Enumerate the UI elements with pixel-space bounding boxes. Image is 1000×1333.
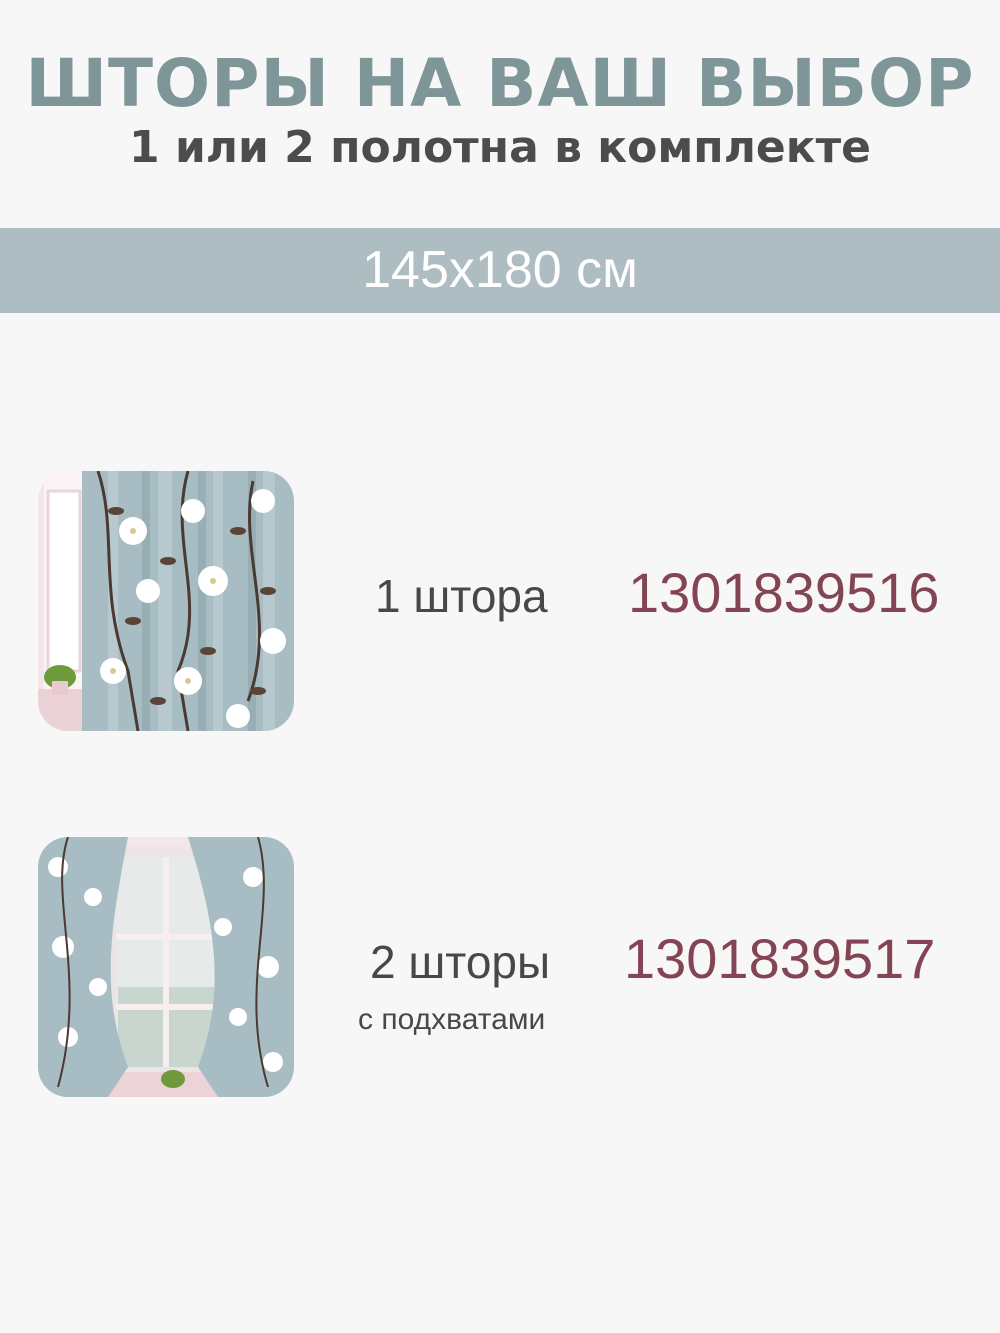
page-subtitle: 1 или 2 полотна в комплекте	[129, 122, 871, 173]
size-text: 145x180 см	[362, 241, 638, 299]
option-2-label: 2 шторы	[370, 936, 551, 988]
single-curtain-image	[38, 471, 294, 731]
size-banner: 145x180 см	[0, 228, 1000, 313]
option-2-note: с подхватами	[358, 1003, 546, 1036]
option-2-article: 1301839517	[624, 927, 936, 990]
option-1-article: 1301839516	[628, 561, 940, 624]
option-1-label: 1 штора	[375, 570, 548, 622]
pair-curtains-image	[38, 837, 294, 1097]
page-title: ШТОРЫ НА ВАШ ВЫБОР	[25, 45, 975, 122]
